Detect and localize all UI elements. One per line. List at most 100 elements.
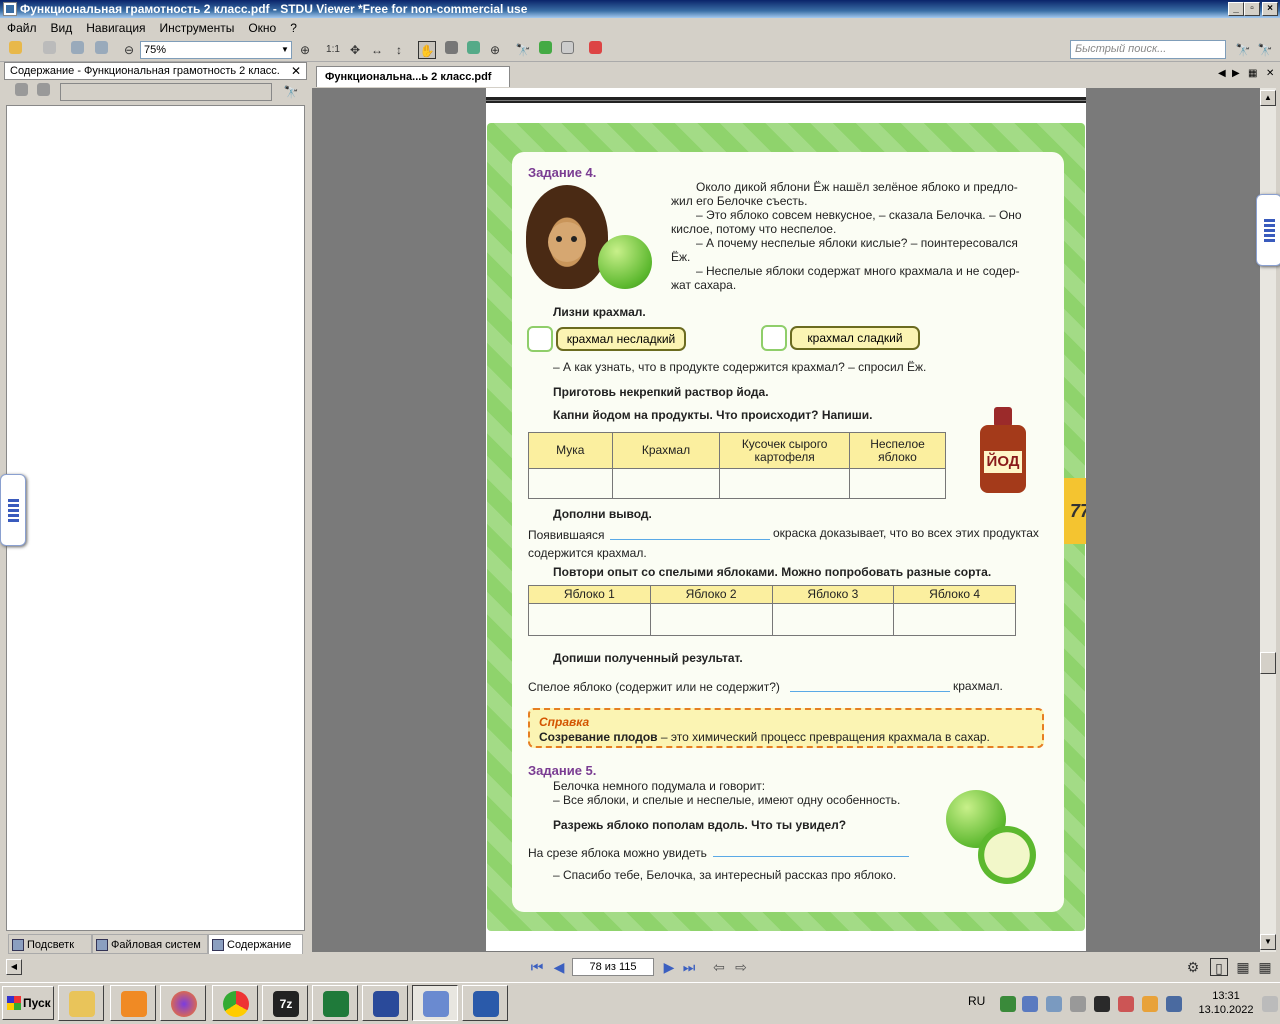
taskbar-remote[interactable] xyxy=(362,985,408,1021)
taskbar-chrome[interactable] xyxy=(212,985,258,1021)
scroll-up-icon[interactable]: ▲ xyxy=(1260,90,1276,106)
tab-highlight[interactable]: Подсветк xyxy=(8,934,92,954)
table-cell xyxy=(771,603,895,636)
volume-icon[interactable] xyxy=(1070,996,1086,1012)
conclusion-title: Дополни вывод. xyxy=(553,507,652,521)
iodine-label: ЙОД xyxy=(984,451,1022,473)
tab-highlight-label: Подсветк xyxy=(27,939,75,951)
table-header: Крахмал xyxy=(611,432,721,469)
actual-size-button[interactable]: 1:1 xyxy=(324,41,342,59)
tab-close-icon[interactable]: ✕ xyxy=(1266,66,1274,82)
story-line: кислое, потому что неспелое. xyxy=(671,222,837,236)
last-page-icon[interactable]: ⏭ xyxy=(680,958,698,976)
next-page-icon[interactable]: ▶ xyxy=(660,958,678,976)
security-icon[interactable] xyxy=(1118,996,1134,1012)
fit-width-icon[interactable]: ↔ xyxy=(368,41,386,59)
prev-page-icon[interactable]: ◀ xyxy=(550,958,568,976)
facing-view-icon[interactable]: ▦ xyxy=(1256,958,1274,976)
clock[interactable]: 13:31 13.10.2022 xyxy=(1196,989,1256,1017)
taskbar-media[interactable] xyxy=(110,985,156,1021)
bookmark-icon[interactable] xyxy=(586,41,604,59)
tab-left-icon[interactable]: ◀ xyxy=(1218,66,1226,82)
minimize-button[interactable]: _ xyxy=(1228,2,1244,16)
story-line: Около дикой яблони Ёж нашёл зелёное ябло… xyxy=(696,180,1018,194)
contents-panel-tab[interactable]: Содержание - Функциональная грамотность … xyxy=(4,62,307,80)
language-indicator[interactable]: RU xyxy=(968,994,985,1008)
chevron-down-icon[interactable]: ▼ xyxy=(279,42,291,58)
taskbar-7zip[interactable]: 7z xyxy=(262,985,308,1021)
nvidia-icon[interactable] xyxy=(1000,996,1016,1012)
hscroll-left-icon[interactable]: ◀ xyxy=(6,959,22,975)
tab-list-icon[interactable]: ▦ xyxy=(1248,66,1257,82)
show-desktop-icon[interactable] xyxy=(1262,996,1278,1012)
menu-help[interactable]: ? xyxy=(283,18,304,38)
taskbar-firefox[interactable] xyxy=(160,985,206,1021)
warning-icon[interactable] xyxy=(1142,996,1158,1012)
single-page-view-icon[interactable]: ▯ xyxy=(1210,958,1228,976)
taskbar-word[interactable] xyxy=(462,985,508,1021)
menu-tools[interactable]: Инструменты xyxy=(153,18,242,38)
copy-icon[interactable] xyxy=(558,41,576,59)
right-sidebar-handle[interactable] xyxy=(1256,194,1280,266)
menu-view[interactable]: Вид xyxy=(44,18,80,38)
table-cell xyxy=(611,468,721,499)
open-folder-icon[interactable] xyxy=(6,41,24,59)
quick-search-input[interactable]: Быстрый поиск... xyxy=(1070,40,1226,59)
contents-tree[interactable] xyxy=(6,105,305,931)
fit-height-icon[interactable]: ↕ xyxy=(390,41,408,59)
menu-window[interactable]: Окно xyxy=(241,18,283,38)
expand-icon[interactable] xyxy=(12,83,30,101)
contents-search-input[interactable] xyxy=(60,83,272,101)
single-page-icon[interactable] xyxy=(68,41,86,59)
text-select-icon[interactable] xyxy=(442,41,460,59)
document-tab[interactable]: Функциональна...ь 2 класс.pdf xyxy=(316,66,510,87)
firefox-icon xyxy=(171,991,197,1017)
left-sidebar-handle[interactable] xyxy=(0,474,26,546)
antivirus-icon[interactable] xyxy=(1094,996,1110,1012)
instruction-lick: Лизни крахмал. xyxy=(553,305,646,319)
tab-filesystem[interactable]: Файловая систем xyxy=(92,934,208,954)
display-icon[interactable] xyxy=(1166,996,1182,1012)
zoom-out-icon[interactable]: ⊖ xyxy=(120,41,138,59)
table-header: Кусочек сырого картофеля xyxy=(719,432,851,469)
chrome-icon xyxy=(223,991,249,1017)
hand-tool-icon[interactable]: ✋ xyxy=(418,41,436,59)
search-next-icon[interactable]: 🔭 xyxy=(1256,41,1274,59)
maximize-button[interactable]: ▫ xyxy=(1244,2,1260,16)
zoom-tool-icon[interactable]: ⊕ xyxy=(486,41,504,59)
swap-icon[interactable] xyxy=(536,41,554,59)
taskbar-excel[interactable] xyxy=(312,985,358,1021)
history-forward-icon[interactable]: ⇨ xyxy=(732,958,750,976)
settings-icon[interactable]: ⚙ xyxy=(1184,958,1202,976)
find-icon[interactable]: 🔭 xyxy=(514,41,532,59)
taskbar-stdu-viewer[interactable] xyxy=(412,985,458,1021)
zoom-in-icon[interactable]: ⊕ xyxy=(296,41,314,59)
snapshot-icon[interactable] xyxy=(464,41,482,59)
history-back-icon[interactable]: ⇦ xyxy=(710,958,728,976)
print-icon[interactable] xyxy=(40,41,58,59)
first-page-icon[interactable]: ⏮ xyxy=(528,958,546,976)
search-icon[interactable]: 🔭 xyxy=(1234,41,1252,59)
zoom-select[interactable]: 75% ▼ xyxy=(140,41,292,59)
scroll-down-icon[interactable]: ▼ xyxy=(1260,934,1276,950)
word-icon xyxy=(473,991,499,1017)
start-button[interactable]: Пуск xyxy=(2,986,54,1020)
taskbar-explorer[interactable] xyxy=(58,985,104,1021)
contents-search-icon[interactable]: 🔭 xyxy=(282,83,300,101)
close-button[interactable]: × xyxy=(1262,2,1278,16)
continuous-view-icon[interactable]: ▦ xyxy=(1234,958,1252,976)
bluetooth-icon[interactable] xyxy=(1046,996,1062,1012)
collapse-icon[interactable] xyxy=(34,83,52,101)
close-icon[interactable]: ✕ xyxy=(291,63,301,79)
page-number-input[interactable]: 78 из 115 xyxy=(572,958,654,976)
menu-navigation[interactable]: Навигация xyxy=(79,18,152,38)
fit-page-icon[interactable]: ✥ xyxy=(346,41,364,59)
scroll-thumb[interactable] xyxy=(1260,652,1276,674)
tab-right-icon[interactable]: ▶ xyxy=(1232,66,1240,82)
menu-file[interactable]: Файл xyxy=(0,18,44,38)
iodine-bottle-image: ЙОД xyxy=(980,407,1026,493)
network-icon[interactable] xyxy=(1022,996,1038,1012)
hedgehog-face xyxy=(548,222,586,262)
facing-pages-icon[interactable] xyxy=(92,41,110,59)
tab-contents[interactable]: Содержание xyxy=(208,934,303,954)
